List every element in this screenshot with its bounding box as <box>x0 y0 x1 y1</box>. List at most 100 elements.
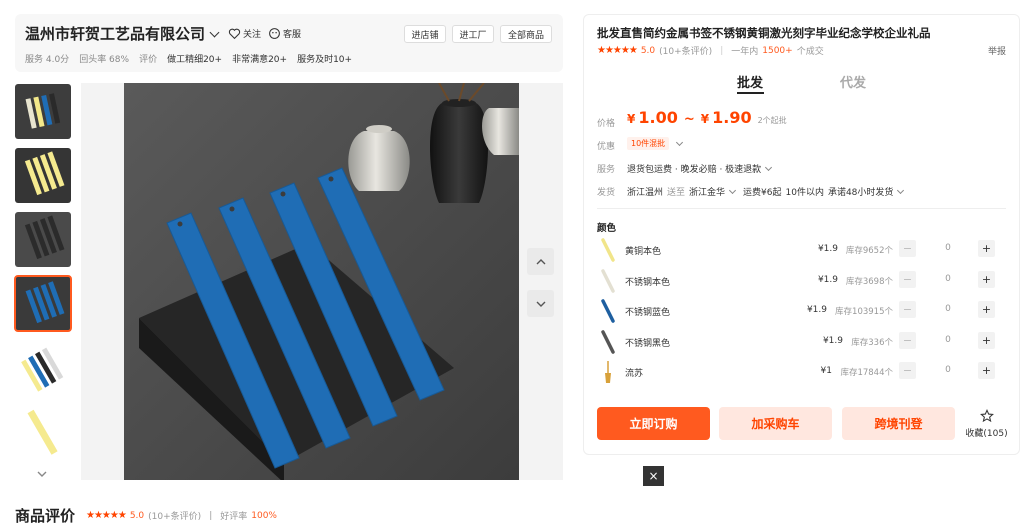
sku-name: 黄铜本色 <box>625 247 662 257</box>
image-next-button[interactable] <box>527 290 554 317</box>
buy-now-button[interactable]: 立即订购 <box>597 407 710 440</box>
divider: | <box>209 510 213 521</box>
coupon-badge[interactable]: 10件混批 <box>627 137 670 150</box>
tab-dropship[interactable]: 代发 <box>840 72 866 91</box>
decrease-qty-button[interactable]: − <box>899 362 916 379</box>
service-text: 退货包运费 · 晚发必赔 · 极速退款 <box>627 165 762 175</box>
eval-tag: 服务及时10+ <box>297 55 353 65</box>
follow-label: 关注 <box>243 30 262 40</box>
sku-stock: 库存103915个 <box>835 307 893 317</box>
follow-button[interactable]: 关注 <box>228 27 261 40</box>
sku-price: ¥1.9 <box>817 274 838 285</box>
enter-shop-button[interactable]: 进店铺 <box>404 25 446 43</box>
good-rate-value: 100% <box>251 510 277 521</box>
shop-name-text[interactable]: 温州市轩贺工艺品有限公司 <box>25 25 205 43</box>
thumbnail-3[interactable] <box>15 212 71 267</box>
sku-swatch-icon[interactable] <box>599 268 617 294</box>
qty-input[interactable]: 0 <box>938 365 958 375</box>
product-rating-count[interactable]: (10+条评价) <box>659 44 712 57</box>
product-title: 批发直售简约金属书签不锈钢黄铜激光刻字毕业纪念学校企业礼品 <box>597 26 931 40</box>
active-tab-indicator <box>737 92 764 94</box>
sku-stock: 库存9652个 <box>845 246 893 256</box>
qty-input[interactable]: 0 <box>938 274 958 284</box>
image-prev-button[interactable] <box>527 248 554 275</box>
decrease-qty-button[interactable]: − <box>899 301 916 318</box>
report-link[interactable]: 举报 <box>988 44 1006 57</box>
reviews-rating: 5.0 <box>129 510 145 521</box>
qty-input[interactable]: 0 <box>938 335 958 345</box>
sku-row: 黄铜本色 ¥1.9 库存9652个 − 0 + <box>597 237 1006 263</box>
chevron-down-icon[interactable] <box>209 27 220 38</box>
thumbnail-5[interactable] <box>15 340 71 395</box>
thumbnail-4-selected[interactable] <box>14 275 72 332</box>
price-label: 价格 <box>597 119 616 129</box>
enter-factory-button[interactable]: 进工厂 <box>452 25 494 43</box>
chevron-down-icon <box>729 186 737 195</box>
ship-promise-selector[interactable]: 承诺48小时发货 <box>828 185 905 198</box>
sku-name: 不锈钢蓝色 <box>625 308 671 318</box>
divider: | <box>720 45 724 56</box>
sku-price: ¥1 <box>820 366 832 376</box>
close-icon: × <box>648 469 659 483</box>
decrease-qty-button[interactable]: − <box>899 270 916 288</box>
sku-swatch-icon[interactable] <box>599 298 617 324</box>
sku-swatch-icon[interactable] <box>599 237 617 263</box>
increase-qty-button[interactable]: + <box>978 301 995 318</box>
sku-swatch-icon[interactable] <box>599 329 617 355</box>
decrease-qty-button[interactable]: − <box>899 240 916 257</box>
close-button[interactable]: × <box>643 466 664 486</box>
divider <box>597 208 1006 209</box>
sales-suffix: 个成交 <box>796 47 824 57</box>
ship-to[interactable]: 浙江金华 <box>689 188 725 198</box>
increase-qty-button[interactable]: + <box>978 362 995 379</box>
thumbnail-6[interactable] <box>15 404 71 459</box>
tab-wholesale[interactable]: 批发 <box>737 72 763 91</box>
price-separator: ~ <box>683 112 695 127</box>
heart-plus-icon <box>228 28 241 40</box>
add-to-cart-button[interactable]: 加采购车 <box>719 407 832 440</box>
thumbnail-2[interactable] <box>15 148 71 203</box>
service-guarantees[interactable]: 退货包运费 · 晚发必赔 · 极速退款 <box>627 162 773 175</box>
product-rating-row: ★★★★★ 5.0 (10+条评价) | 一年内 1500+ 个成交 <box>597 44 824 57</box>
shop-name[interactable]: 温州市轩贺工艺品有限公司 <box>25 23 220 44</box>
sku-row: 不锈钢黑色 ¥1.9 库存336个 − 0 + <box>597 329 1006 355</box>
ship-qty: 10件以内 <box>785 188 824 198</box>
qty-input[interactable]: 0 <box>938 243 958 253</box>
thumbnail-1[interactable] <box>15 84 71 139</box>
sales-count: 1500+ <box>762 45 793 56</box>
sku-stock: 库存336个 <box>851 337 893 348</box>
shipping-label: 发货 <box>597 188 616 198</box>
shop-header: 温州市轩贺工艺品有限公司 关注 客服 进店铺 进工厂 全部商品 服务 4.0分 … <box>15 14 563 72</box>
sku-name: 不锈钢黑色 <box>625 338 671 349</box>
sku-stock: 库存17844个 <box>840 368 893 378</box>
eval-tag: 非常满意20+ <box>232 55 288 65</box>
sku-swatch-icon[interactable] <box>599 359 617 385</box>
star-rating-icon: ★★★★★ <box>86 510 127 521</box>
all-products-button[interactable]: 全部商品 <box>500 25 552 43</box>
reviews-summary: ★★★★★ 5.0 (10+条评价) | 好评率 100% <box>86 509 277 522</box>
chevron-down-icon[interactable] <box>675 138 684 147</box>
cross-border-list-button[interactable]: 跨境刊登 <box>842 407 955 440</box>
price-low: 1.00 <box>638 108 678 127</box>
customer-service-button[interactable]: 客服 <box>268 27 301 40</box>
price-range: ¥ 1.00 ~ ¥ 1.90 2个起批 <box>627 108 787 127</box>
service-label: 服务 <box>597 165 616 175</box>
repurchase-rate: 回头率 68% <box>79 55 130 65</box>
promo-label: 优惠 <box>597 142 616 152</box>
ship-to-selector[interactable]: 浙江金华 <box>689 185 737 198</box>
decrease-qty-button[interactable]: − <box>899 331 916 349</box>
sku-name: 不锈钢本色 <box>625 277 671 288</box>
favorite-button[interactable]: 收藏(105) <box>964 409 1009 439</box>
sku-price: ¥1.9 <box>822 335 843 346</box>
increase-qty-button[interactable]: + <box>978 240 995 257</box>
increase-qty-button[interactable]: + <box>978 270 995 288</box>
ship-to-word: 送至 <box>667 188 686 198</box>
qty-input[interactable]: 0 <box>938 304 958 314</box>
product-rating: 5.0 <box>640 45 656 56</box>
increase-qty-button[interactable]: + <box>978 331 995 349</box>
currency-symbol: ¥ <box>627 112 636 126</box>
favorite-count: 收藏(105) <box>965 429 1008 439</box>
product-panel: 批发直售简约金属书签不锈钢黄铜激光刻字毕业纪念学校企业礼品 ★★★★★ 5.0 … <box>583 14 1020 455</box>
shop-stats: 服务 4.0分 回头率 68% 评价 做工精细20+ 非常满意20+ 服务及时1… <box>25 52 352 65</box>
chevron-down-icon[interactable] <box>36 468 48 480</box>
